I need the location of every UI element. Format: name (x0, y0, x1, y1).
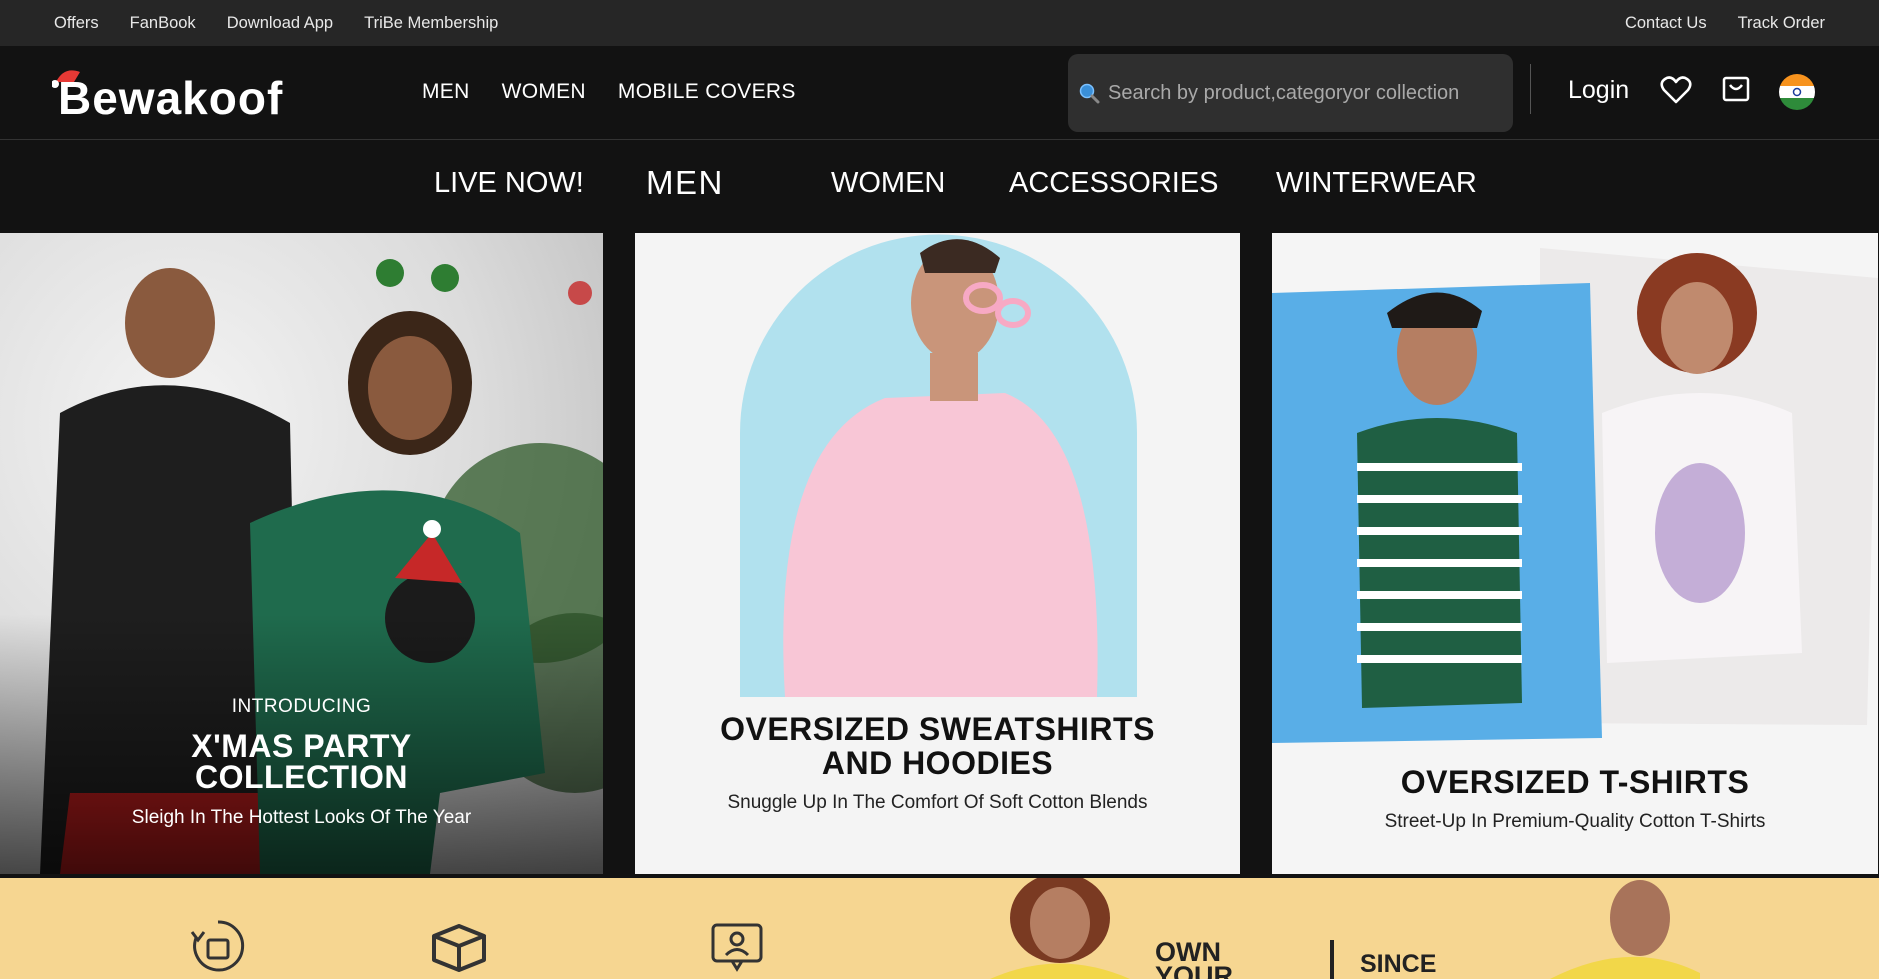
banner-title-line2: AND HOODIES (821, 745, 1054, 781)
category-winterwear[interactable]: WINTERWEAR (1276, 167, 1477, 200)
contact-us-link[interactable]: Contact Us (1625, 14, 1707, 33)
category-bar: LIVE NOW! MEN WOMEN ACCESSORIES WINTERWE… (0, 141, 1879, 233)
promo-model-woman-image (990, 878, 1130, 979)
track-order-link[interactable]: Track Order (1738, 14, 1825, 33)
promo-divider (1330, 940, 1334, 979)
promo-model-man-image (1550, 880, 1700, 979)
login-button[interactable]: Login (1568, 76, 1629, 105)
banner-title-line1: X'MAS PARTY (191, 728, 412, 764)
banner-xmas-collection[interactable]: INTRODUCING X'MAS PARTY COLLECTION Sleig… (0, 233, 603, 874)
main-header: Bewakoof MEN WOMEN MOBILE COVERS Login (0, 46, 1879, 140)
promo-your: YOUR (1155, 961, 1234, 979)
banner-title: OVERSIZED T-SHIRTS (1400, 764, 1750, 800)
banner-subtitle: Street-Up In Premium-Quality Cotton T-Sh… (1384, 811, 1766, 832)
svg-text:Bewakoof: Bewakoof (58, 72, 283, 122)
primary-nav: MEN WOMEN MOBILE COVERS (422, 80, 796, 104)
nav-women[interactable]: WOMEN (502, 80, 586, 104)
bag-icon[interactable] (1721, 74, 1751, 104)
banner-subtitle: Snuggle Up In The Comfort Of Soft Cotton… (727, 792, 1148, 813)
fanbook-link[interactable]: FanBook (130, 14, 196, 33)
search-bar[interactable] (1068, 54, 1513, 132)
banner-oversized-tshirts[interactable]: OVERSIZED T-SHIRTS Street-Up In Premium-… (1272, 233, 1878, 874)
top-utility-bar: Offers FanBook Download App TriBe Member… (0, 0, 1879, 46)
top-left-links: Offers FanBook Download App TriBe Member… (54, 14, 498, 33)
promo-since: SINCE (1360, 950, 1437, 978)
search-icon (1079, 83, 1100, 104)
category-women[interactable]: WOMEN (831, 167, 945, 200)
nav-mobile-covers[interactable]: MOBILE COVERS (618, 80, 796, 104)
offers-link[interactable]: Offers (54, 14, 99, 33)
banner-subtitle: Sleigh In The Hottest Looks Of The Year (131, 807, 472, 828)
return-icon (190, 920, 245, 972)
category-live-now[interactable]: LIVE NOW! (434, 167, 584, 200)
header-divider (1530, 64, 1531, 114)
bewakoof-logo[interactable]: Bewakoof (52, 66, 364, 122)
user-support-icon (711, 923, 763, 972)
search-input[interactable] (1108, 81, 1508, 105)
india-flag-icon[interactable] (1779, 74, 1815, 110)
box-icon (432, 924, 486, 972)
banner-title-line2: COLLECTION (195, 759, 408, 795)
category-accessories[interactable]: ACCESSORIES (1009, 167, 1219, 200)
banner-intro: INTRODUCING (231, 696, 372, 717)
heart-icon[interactable] (1660, 74, 1692, 106)
promo-own-your: OWN YOUR (1155, 939, 1234, 979)
nav-men[interactable]: MEN (422, 80, 470, 104)
banner-title-line1: OVERSIZED SWEATSHIRTS (720, 711, 1155, 747)
tribe-membership-link[interactable]: TriBe Membership (364, 14, 498, 33)
top-right-links: Contact Us Track Order (1625, 14, 1825, 33)
banner-oversized-sweatshirts[interactable]: OVERSIZED SWEATSHIRTS AND HOODIES Snuggl… (635, 233, 1240, 874)
category-men[interactable]: MEN (646, 164, 724, 202)
download-app-link[interactable]: Download App (227, 14, 333, 33)
promo-strip: OWN YOUR SINCE (0, 878, 1879, 979)
